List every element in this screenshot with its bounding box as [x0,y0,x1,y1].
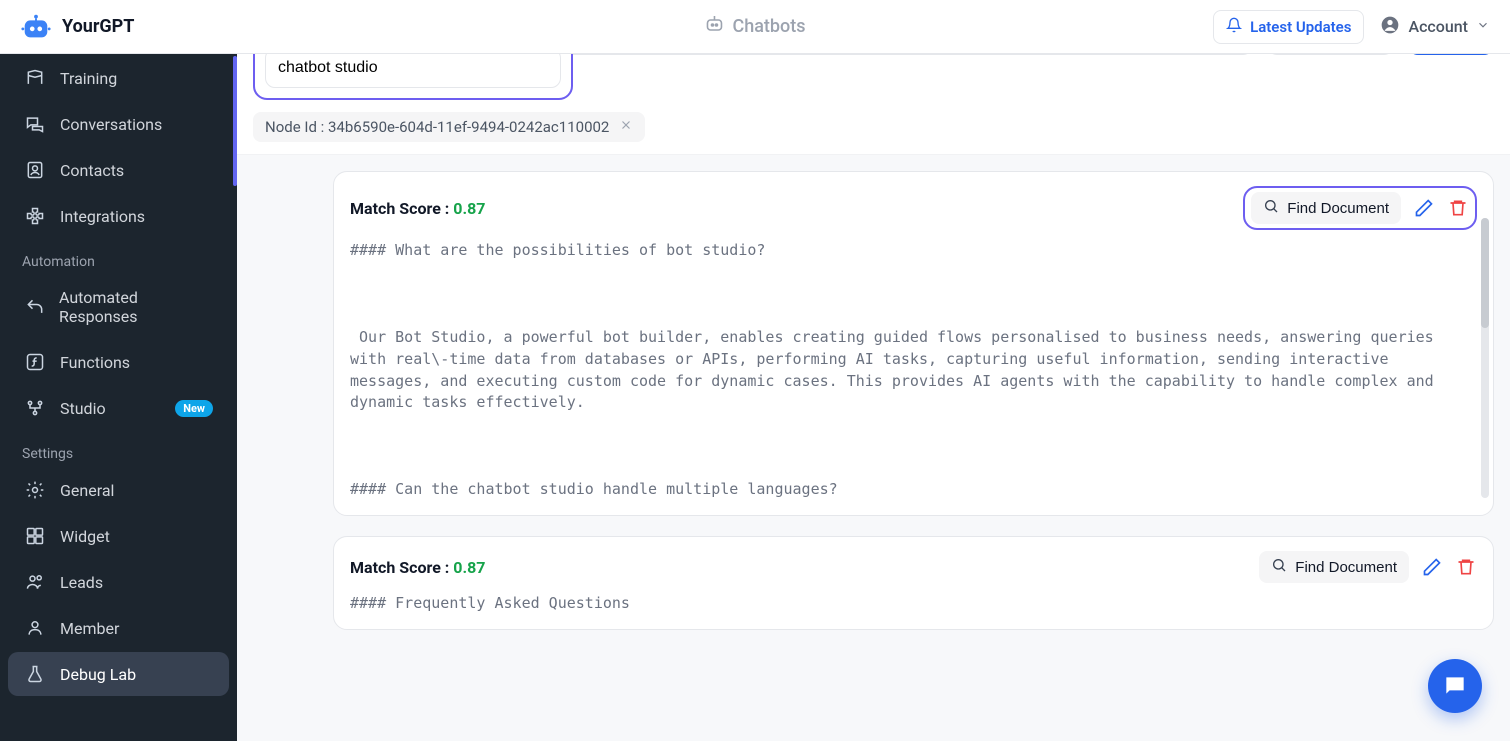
topbar: YourGPT Chatbots Latest Updates [0,0,1510,54]
find-submit-button[interactable]: Find [1408,54,1494,55]
updates-label: Latest Updates [1250,18,1351,36]
fn-icon [24,352,46,372]
sidebar-item-label: Automated Responses [59,288,213,326]
new-badge: New [175,400,213,417]
top-center-label: Chatbots [732,16,805,37]
sidebar: Training Conversations Contacts Integrat… [0,54,237,741]
main-content: Search your training data Limit : 10 Fin… [237,54,1510,741]
search-input-inside[interactable] [265,54,561,88]
reply-icon [24,297,45,317]
account-menu[interactable]: Account [1380,15,1490,39]
brand[interactable]: YourGPT [20,13,134,41]
result-body: #### Frequently Asked Questions [350,593,1477,615]
sidebar-item-label: Conversations [60,115,162,134]
chat-icon [24,114,46,134]
gear-icon [24,480,46,500]
latest-updates-button[interactable]: Latest Updates [1213,10,1364,44]
sidebar-item-label: Leads [60,573,103,592]
close-icon[interactable] [619,118,633,136]
trash-icon[interactable] [1455,556,1477,578]
sidebar-item-training[interactable]: Training [8,56,229,100]
sidebar-item-label: Functions [60,353,130,372]
sidebar-item-label: Contacts [60,161,124,180]
flask-icon [24,664,46,684]
results-list: Match Score : 0.87 Find Document #### Wh… [237,155,1510,666]
result-card: Match Score : 0.87 Find Document #### Wh… [333,171,1494,516]
studio-icon [24,398,46,418]
contacts-icon [24,160,46,180]
sidebar-item-label: Studio [60,399,106,418]
search-icon [1263,198,1279,218]
limit-selector[interactable]: Limit : 10 [1267,54,1394,55]
brand-logo-icon [20,13,52,41]
search-highlight-box: Search your training data [253,54,573,100]
sidebar-item-widget[interactable]: Widget [8,514,229,558]
sidebar-item-functions[interactable]: Functions [8,340,229,384]
node-id-chip[interactable]: Node Id : 34b6590e-604d-11ef-9494-0242ac… [253,112,645,142]
match-score: Match Score : 0.87 [350,558,485,577]
card-actions: Find Document [1259,551,1477,583]
user-icon [1380,15,1400,39]
sidebar-item-label: Integrations [60,207,145,226]
find-doc-label: Find Document [1287,200,1389,217]
widget-icon [24,526,46,546]
sidebar-item-label: Widget [60,527,110,546]
sidebar-item-contacts[interactable]: Contacts [8,148,229,192]
sidebar-item-label: Debug Lab [60,665,136,684]
training-icon [24,68,46,88]
sidebar-item-member[interactable]: Member [8,606,229,650]
actions-highlight: Find Document [1243,186,1477,230]
result-card: Match Score : 0.87 Find Document #### Fr… [333,536,1494,630]
sidebar-item-leads[interactable]: Leads [8,560,229,604]
leads-icon [24,572,46,592]
sidebar-item-conversations[interactable]: Conversations [8,102,229,146]
find-document-button[interactable]: Find Document [1251,192,1401,224]
edit-icon[interactable] [1421,556,1443,578]
match-score: Match Score : 0.87 [350,199,485,218]
sidebar-item-label: Training [60,69,117,88]
sidebar-item-general[interactable]: General [8,468,229,512]
node-id-text: Node Id : 34b6590e-604d-11ef-9494-0242ac… [265,118,609,136]
sidebar-item-debug-lab[interactable]: Debug Lab [8,652,229,696]
find-doc-label: Find Document [1295,559,1397,576]
edit-icon[interactable] [1413,197,1435,219]
sidebar-item-label: General [60,481,114,500]
sidebar-item-label: Member [60,619,119,638]
chat-fab-button[interactable] [1428,659,1482,713]
result-body: #### What are the possibilities of bot s… [350,240,1477,501]
search-icon [1271,557,1287,577]
sidebar-section-automation: Automation [0,240,237,274]
sidebar-item-studio[interactable]: Studio New [8,386,229,430]
top-center-tab[interactable]: Chatbots [704,14,805,39]
sidebar-item-integrations[interactable]: Integrations [8,194,229,238]
sidebar-item-automated-responses[interactable]: Automated Responses [8,276,229,338]
puzzle-icon [24,206,46,226]
chevron-down-icon [1476,17,1490,36]
member-icon [24,618,46,638]
robot-icon [704,14,724,39]
bell-icon [1226,17,1242,37]
find-document-button[interactable]: Find Document [1259,551,1409,583]
card-scrollbar[interactable] [1481,218,1489,498]
sidebar-section-settings: Settings [0,432,237,466]
account-label: Account [1408,17,1468,36]
brand-name: YourGPT [62,16,134,37]
trash-icon[interactable] [1447,197,1469,219]
